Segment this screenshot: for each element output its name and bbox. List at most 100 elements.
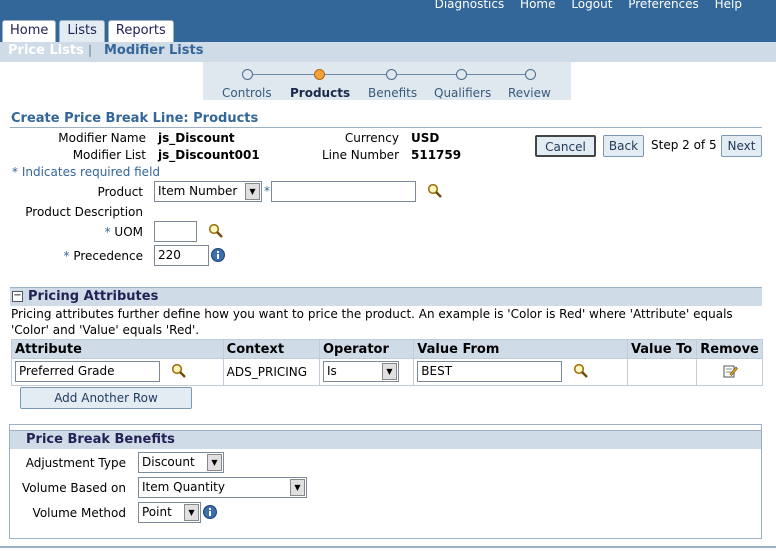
line-number-value: 511759 — [411, 148, 462, 162]
train-step-benefits[interactable]: Benefits — [368, 86, 417, 100]
volume-method-select[interactable]: Point ▼ — [138, 502, 201, 523]
chevron-down-icon: ▼ — [207, 454, 222, 471]
chevron-down-icon: ▼ — [245, 183, 260, 200]
volume-based-on-value: Item Quantity — [142, 480, 225, 494]
volume-method-value: Point — [142, 505, 172, 519]
collapse-icon[interactable]: − — [12, 291, 23, 302]
add-another-row-button[interactable]: Add Another Row — [20, 387, 192, 409]
next-button[interactable]: Next — [721, 135, 762, 157]
main-tabs: Home Lists Reports — [2, 20, 177, 42]
search-icon[interactable] — [171, 363, 187, 379]
search-icon[interactable] — [427, 183, 443, 199]
adjustment-type-select[interactable]: Discount ▼ — [138, 452, 224, 473]
help-link[interactable]: Help — [715, 0, 742, 11]
subtab-separator: | — [88, 43, 93, 57]
column-header-remove: Remove — [696, 339, 763, 359]
home-link[interactable]: Home — [520, 0, 555, 11]
train-dot-controls[interactable] — [242, 69, 253, 80]
title-divider — [10, 127, 762, 128]
attribute-input[interactable]: Preferred Grade — [15, 361, 160, 382]
tab-lists[interactable]: Lists — [59, 20, 105, 42]
context-cell: ADS_PRICING — [222, 358, 320, 386]
train-step-review[interactable]: Review — [508, 86, 551, 100]
cancel-button[interactable]: Cancel — [535, 135, 596, 157]
currency-label: Currency — [344, 131, 399, 145]
required-note-text: Indicates required field — [21, 165, 161, 179]
pricing-attributes-header[interactable]: − Pricing Attributes — [10, 287, 762, 306]
tab-home[interactable]: Home — [2, 20, 57, 42]
bottom-divider — [0, 546, 776, 548]
value-from-input[interactable]: BEST — [417, 361, 563, 382]
operator-cell: Is ▼ — [318, 358, 415, 386]
train-step-qualifiers[interactable]: Qualifiers — [434, 86, 491, 100]
column-header-attribute: Attribute — [11, 339, 224, 359]
train-dot-products — [314, 69, 325, 80]
info-icon[interactable] — [210, 247, 226, 263]
preferences-link[interactable]: Preferences — [628, 0, 699, 11]
product-label: Product — [97, 185, 143, 199]
train-step-controls[interactable]: Controls — [222, 86, 272, 100]
subtab-modifier-lists[interactable]: Modifier Lists — [104, 43, 203, 58]
train-dot-qualifiers[interactable] — [456, 69, 467, 80]
required-star-icon: * — [264, 184, 270, 198]
modifier-list-label: Modifier List — [72, 148, 146, 162]
back-button[interactable]: Back — [603, 135, 644, 157]
train-dot-review[interactable] — [525, 69, 536, 80]
uom-label: * UOM — [104, 225, 143, 239]
step-indicator: Step 2 of 5 — [651, 138, 717, 152]
top-bar: Diagnostics Home Logout Preferences Help… — [0, 0, 776, 42]
column-header-context: Context — [222, 339, 320, 359]
attribute-cell: Preferred Grade — [11, 358, 224, 386]
value-to-cell — [626, 358, 698, 386]
search-icon[interactable] — [573, 363, 589, 379]
column-header-value-from: Value From — [413, 339, 628, 359]
uom-input[interactable] — [154, 221, 197, 242]
pricing-attributes-title: Pricing Attributes — [28, 289, 159, 304]
volume-based-on-label: Volume Based on — [21, 481, 126, 495]
column-header-value-to: Value To — [626, 339, 698, 359]
logout-link[interactable]: Logout — [571, 0, 612, 11]
chevron-down-icon: ▼ — [290, 479, 305, 496]
search-icon[interactable] — [208, 223, 224, 239]
adjustment-type-value: Discount — [142, 455, 195, 469]
adjustment-type-label: Adjustment Type — [25, 456, 126, 470]
required-star-icon: * — [12, 165, 18, 179]
currency-value: USD — [411, 131, 440, 145]
pricing-attributes-table: Attribute Context Operator Value From Va… — [11, 339, 763, 386]
product-type-select[interactable]: Item Number ▼ — [154, 181, 262, 202]
process-train: Controls Products Benefits Qualifiers Re… — [203, 62, 571, 100]
subtab-price-lists[interactable]: Price Lists — [8, 43, 84, 58]
tab-reports[interactable]: Reports — [107, 20, 174, 42]
volume-based-on-select[interactable]: Item Quantity ▼ — [138, 477, 307, 498]
price-break-benefits-header: Price Break Benefits — [10, 430, 761, 449]
required-note: * Indicates required field — [12, 165, 160, 179]
remove-cell — [696, 358, 763, 386]
chevron-down-icon: ▼ — [184, 504, 199, 521]
edit-remove-icon[interactable] — [722, 363, 738, 379]
operator-value: Is — [326, 364, 337, 378]
product-description-label: Product Description — [25, 205, 143, 219]
train-dot-benefits[interactable] — [386, 69, 397, 80]
diagnostics-link[interactable]: Diagnostics — [435, 0, 505, 11]
precedence-input[interactable]: 220 — [154, 245, 209, 266]
product-type-value: Item Number — [158, 184, 238, 198]
column-header-operator: Operator — [318, 339, 415, 359]
global-links: Diagnostics Home Logout Preferences Help — [423, 0, 742, 11]
modifier-name-value: js_Discount — [158, 131, 235, 145]
info-icon[interactable] — [202, 504, 218, 520]
train-step-products: Products — [290, 86, 351, 100]
table-row: Preferred Grade ADS_PRICING Is ▼ BEST — [11, 358, 763, 386]
product-input[interactable] — [271, 181, 416, 202]
table-header-row: Attribute Context Operator Value From Va… — [11, 339, 763, 359]
precedence-label: * Precedence — [63, 249, 143, 263]
value-from-cell: BEST — [413, 358, 628, 386]
sub-tab-bar: Price Lists | Modifier Lists — [0, 42, 776, 62]
line-number-label: Line Number — [321, 148, 399, 162]
page-title: Create Price Break Line: Products — [11, 111, 259, 126]
modifier-list-value: js_Discount001 — [158, 148, 260, 162]
modifier-name-label: Modifier Name — [58, 131, 146, 145]
operator-select[interactable]: Is ▼ — [322, 361, 399, 382]
pricing-attributes-description: Pricing attributes further define how yo… — [11, 307, 733, 337]
chevron-down-icon: ▼ — [381, 363, 397, 380]
volume-method-label: Volume Method — [32, 506, 126, 520]
